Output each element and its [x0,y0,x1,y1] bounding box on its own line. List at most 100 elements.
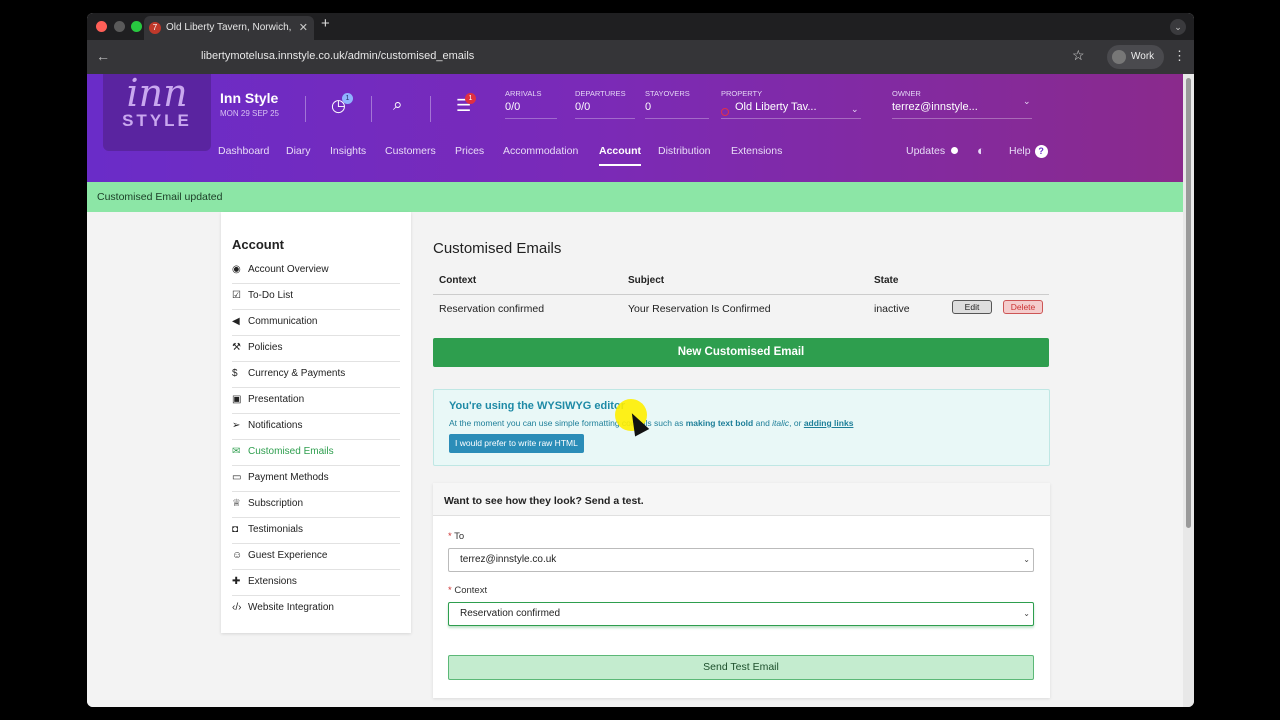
table-header-divider [433,294,1049,295]
close-tab-icon[interactable]: ✕ [299,16,308,40]
sidebar-item-label: Policies [248,342,283,353]
palette-icon[interactable]: ◐ [977,143,985,158]
updates-link[interactable]: Updates [906,145,959,157]
bookmark-star-icon[interactable]: ☆ [1072,47,1085,64]
megaphone-icon: ◀ [232,316,240,327]
sidebar-item-to-do-list[interactable]: ☑ To-Do List [232,284,400,310]
stat-underline [721,118,861,119]
to-select[interactable]: terrez@innstyle.co.uk ⌄ [448,548,1034,572]
puzzle-icon: ✚ [232,576,241,587]
arrivals-label: ARRIVALS [505,89,542,98]
search-icon[interactable]: ⌕ [393,95,403,115]
sidebar-item-customised-emails[interactable]: ✉ Customised Emails [232,440,400,466]
help-label: Help [1009,145,1031,157]
sidebar-item-account-overview[interactable]: ◉ Account Overview [232,258,400,284]
envelope-icon: ✉ [232,446,241,457]
chevron-down-icon: ⌄ [1023,609,1030,618]
logo[interactable]: inn STYLE [103,74,211,151]
help-question-icon: ? [1034,145,1048,158]
back-arrow-icon[interactable]: ← [96,48,110,64]
stat-underline [645,118,709,119]
arrivals-value: 0/0 [505,101,521,113]
nav-diary[interactable]: Diary [286,145,311,157]
new-customised-email-button[interactable]: New Customised Email [433,338,1049,367]
adding-links-link[interactable]: adding links [804,418,854,428]
sidebar-item-guest-experience[interactable]: ☺ Guest Experience [232,544,400,570]
sidebar-item-label: Customised Emails [248,446,334,457]
gavel-icon: ⚒ [232,342,241,353]
sidebar-item-currency-payments[interactable]: $ Currency & Payments [232,362,400,388]
browser-tab[interactable]: 7 Old Liberty Tavern, Norwich, ✕ [144,16,314,40]
delete-button[interactable]: Delete [1003,300,1043,314]
clock-badge: 1 [342,93,353,104]
scrollbar-thumb[interactable] [1186,78,1191,528]
sidebar-item-testimonials[interactable]: ◘ Testimonials [232,518,400,544]
url-field[interactable]: libertymotelusa.innstyle.co.uk/admin/cus… [201,50,474,62]
edit-button[interactable]: Edit [952,300,992,314]
context-select[interactable]: Reservation confirmed ⌄ [448,602,1034,626]
trophy-icon: ♕ [232,498,241,509]
to-select-value: terrez@innstyle.co.uk [460,554,557,565]
maximize-window-dot[interactable] [131,21,142,32]
info-text: At the moment you can use simple formatt… [449,418,853,428]
profile-button[interactable]: Work [1107,45,1165,69]
info-text-part: , or [789,418,804,428]
sidebar-item-extensions[interactable]: ✚ Extensions [232,570,400,596]
nav-dashboard[interactable]: Dashboard [218,145,269,157]
sidebar-item-label: To-Do List [248,290,294,301]
tab-favicon: 7 [149,22,161,34]
tab-bar: 7 Old Liberty Tavern, Norwich, ✕ + ⌄ [87,13,1194,40]
send-test-panel: Want to see how they look? Send a test. … [433,483,1050,698]
owner-selector[interactable]: OWNER terrez@innstyle... [892,89,1032,119]
new-tab-icon[interactable]: + [321,15,330,32]
browser-menu-icon[interactable]: ⋮ [1173,48,1186,64]
stayovers-stat[interactable]: STAYOVERS 0 [645,89,709,119]
account-sidebar: Account ◉ Account Overview ☑ To-Do List ◀ C… [221,212,411,633]
nav-extensions[interactable]: Extensions [731,145,782,157]
sidebar-item-notifications[interactable]: ➢ Notifications [232,414,400,440]
sidebar-item-website-integration[interactable]: ‹/› Website Integration [232,596,400,622]
sidebar-item-communication[interactable]: ◀ Communication [232,310,400,336]
browser-window: 7 Old Liberty Tavern, Norwich, ✕ + ⌄ ← l… [87,13,1194,707]
sidebar-item-policies[interactable]: ⚒ Policies [232,336,400,362]
nav-insights[interactable]: Insights [330,145,366,157]
info-italic-text: italic [772,418,790,428]
sidebar-item-presentation[interactable]: ▣ Presentation [232,388,400,414]
header-divider [305,96,306,122]
page-scrollbar[interactable] [1183,74,1194,707]
minimize-window-dot[interactable] [114,21,125,32]
property-selector[interactable]: PROPERTY Old Liberty Tav... [721,89,861,119]
raw-html-button[interactable]: I would prefer to write raw HTML [449,434,584,453]
nav-distribution[interactable]: Distribution [658,145,711,157]
nav-accommodation[interactable]: Accommodation [503,145,578,157]
sidebar-item-label: Notifications [248,420,303,431]
send-test-email-button[interactable]: Send Test Email [448,655,1034,680]
chevron-down-icon[interactable]: ⌄ [851,104,859,115]
chevron-down-icon[interactable]: ⌄ [1023,96,1031,107]
sidebar-item-payment-methods[interactable]: ▭ Payment Methods [232,466,400,492]
logo-text-top: inn [126,74,188,115]
chevron-down-icon: ⌄ [1023,555,1030,564]
updates-label: Updates [906,145,946,157]
sidebar-item-label: Extensions [248,576,297,587]
nav-account[interactable]: Account [599,145,641,166]
sidebar-item-label: Testimonials [248,524,304,535]
code-icon: ‹/› [232,602,242,613]
tab-search-icon[interactable]: ⌄ [1170,19,1186,35]
app-header: inn STYLE Inn Style MON 29 SEP 25 ◷ 1 ⌕ … [87,74,1183,182]
help-link[interactable]: Help? [1009,145,1048,158]
image-icon: ▣ [232,394,242,405]
updates-dot-icon [951,147,959,154]
profile-avatar [1112,50,1126,64]
wysiwyg-info-box: You're using the WYSIWYG editor At the m… [433,389,1050,466]
close-window-dot[interactable] [96,21,107,32]
row-subject: Your Reservation Is Confirmed [628,303,771,315]
header-divider [371,96,372,122]
departures-stat[interactable]: DEPARTURES 0/0 [575,89,635,119]
flash-message: Customised Email updated [87,182,1183,212]
arrivals-stat[interactable]: ARRIVALS 0/0 [505,89,557,119]
nav-prices[interactable]: Prices [455,145,484,157]
sidebar-item-label: Subscription [248,498,304,509]
nav-customers[interactable]: Customers [385,145,436,157]
sidebar-item-subscription[interactable]: ♕ Subscription [232,492,400,518]
